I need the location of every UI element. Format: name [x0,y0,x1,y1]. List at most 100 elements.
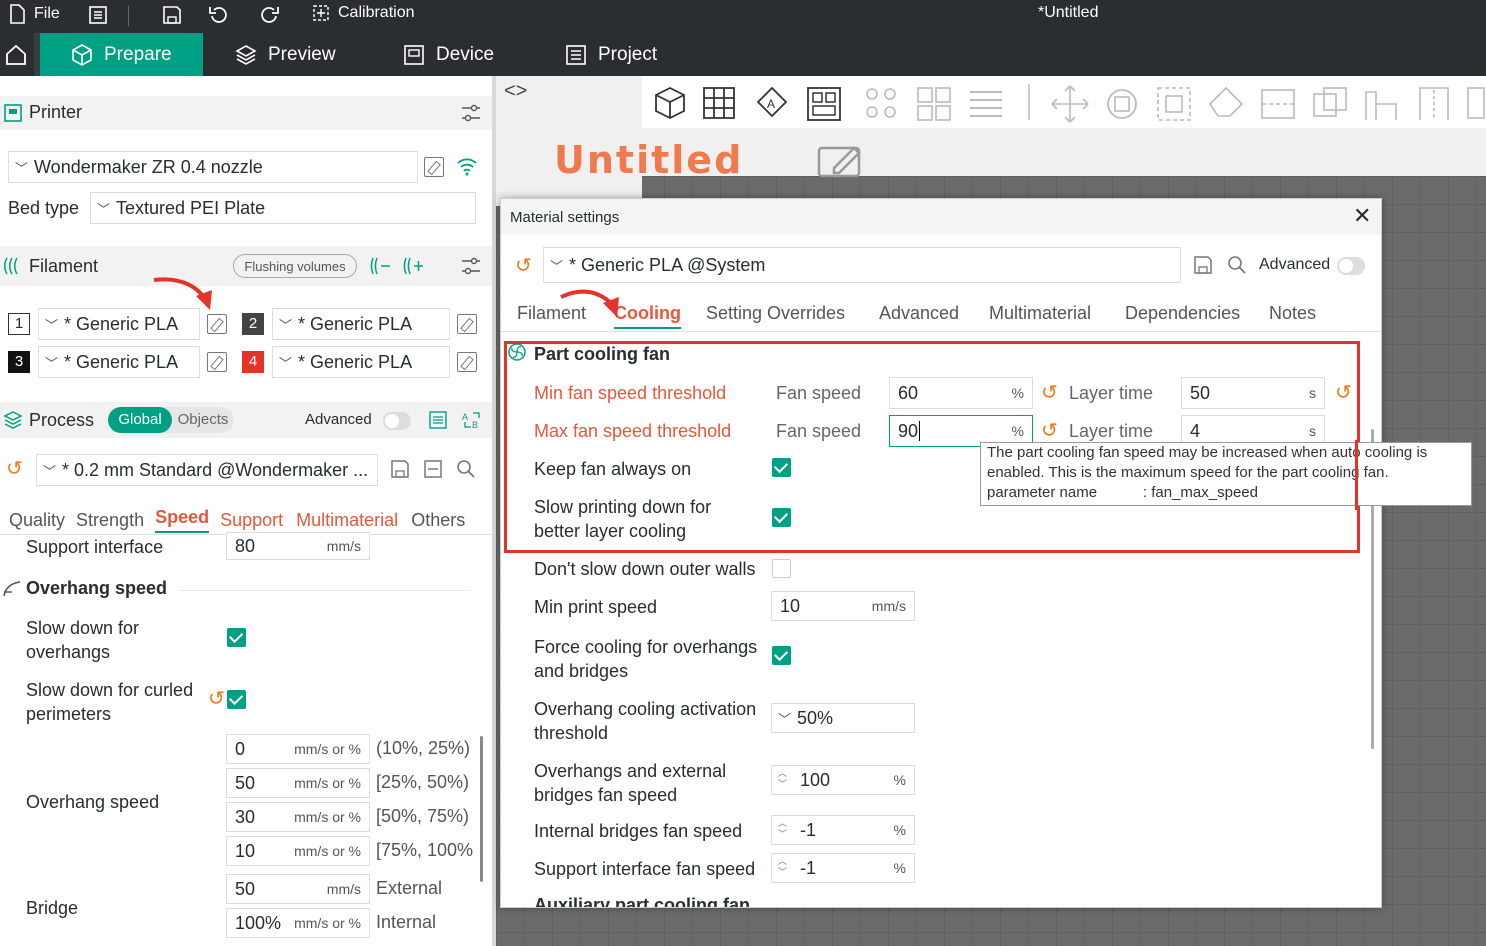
tab-quality[interactable]: Quality [9,510,65,531]
reset-icon[interactable]: ↺ [208,686,225,711]
objects-option[interactable]: Objects [174,407,232,433]
mesh-boolean-icon[interactable] [1310,84,1350,124]
bridge-internal-input[interactable]: 100% mm/s or % [226,908,370,938]
add-cube-icon[interactable] [650,84,690,124]
remove-filament-icon[interactable] [370,256,392,276]
force-cooling-checkbox[interactable] [772,646,791,665]
cut-icon[interactable] [1258,84,1298,124]
reset-icon[interactable]: ↺ [515,253,532,278]
layers-icon[interactable] [966,84,1006,124]
spin-arrows-icon[interactable]: ︿ ﹀ [778,856,787,878]
filament-slot-select[interactable]: ﹀ * Generic PLA [272,308,450,340]
rotate-icon[interactable] [1102,84,1142,124]
undo-icon[interactable] [208,4,230,26]
overhang-speed-input[interactable]: 50 mm/s or % [226,768,370,798]
flushing-volumes-button[interactable]: Flushing volumes [233,254,357,278]
auto-orient-icon[interactable]: A [752,84,792,124]
global-option[interactable]: Global [108,407,172,433]
edit-printer-icon[interactable] [424,157,444,177]
tab-strength[interactable]: Strength [76,510,144,531]
scale-icon[interactable] [1154,84,1194,124]
calibration-menu[interactable]: Calibration [312,4,414,22]
overhang-speed-input[interactable]: 0 mm/s or % [226,734,370,764]
tab-advanced[interactable]: Advanced [879,303,959,324]
support-fan-input[interactable]: ︿ ﹀ -1% [771,853,915,883]
printer-select-value: Wondermaker ZR 0.4 nozzle [34,156,263,177]
tab-prepare[interactable]: Prepare [40,33,203,76]
minus-box-icon[interactable] [423,459,443,479]
split-parts-icon[interactable] [914,84,954,124]
close-icon[interactable]: ✕ [1353,203,1371,229]
tab-others[interactable]: Others [411,510,465,531]
process-preset-select[interactable]: ﹀ * 0.2 mm Standard @Wondermaker ... [36,454,378,486]
spin-arrows-icon[interactable]: ︿ ﹀ [778,768,787,790]
list-icon[interactable] [428,410,448,430]
slow-overhangs-checkbox[interactable] [227,628,246,647]
reset-icon[interactable]: ↺ [6,456,23,481]
compare-icon[interactable]: AB [461,410,483,430]
filament-slot-number[interactable]: 1 [8,313,30,335]
collapse-sidebar-icon[interactable]: <> [504,80,527,103]
wifi-icon[interactable] [456,156,478,176]
home-icon[interactable] [4,43,28,67]
tab-setting-overrides[interactable]: Setting Overrides [706,303,845,324]
save-preset-icon[interactable] [1193,255,1213,275]
settings-sliders-icon[interactable] [460,103,482,123]
add-filament-icon[interactable] [403,256,425,276]
edit-filament-icon[interactable] [457,314,477,334]
edit-filament-icon[interactable] [457,352,477,372]
filament-slot-number[interactable]: 2 [242,313,264,335]
move-icon[interactable] [1050,84,1090,124]
edit-filament-icon[interactable] [207,352,227,372]
search-icon[interactable] [456,459,476,479]
save-preset-icon[interactable] [390,459,410,479]
tab-speed[interactable]: Speed [155,507,210,533]
filament-slot-select[interactable]: ﹀ * Generic PLA [38,346,200,378]
save-icon[interactable] [162,5,182,25]
bed-type-select[interactable]: ﹀ Textured PEI Plate [90,192,476,224]
menu-icon[interactable] [88,5,108,25]
file-menu[interactable]: File [8,4,60,24]
seam-paint-icon[interactable] [1414,84,1454,124]
dialog-advanced-toggle[interactable] [1337,257,1365,275]
dont-slow-outer-walls-checkbox[interactable] [772,559,791,578]
global-objects-switch[interactable]: Global Objects [108,407,234,433]
edit-plate-name-icon[interactable] [816,140,866,180]
filament-settings-icon[interactable] [460,256,482,276]
tab-project[interactable]: Project [550,33,671,76]
tab-device[interactable]: Device [388,33,508,76]
redo-icon[interactable] [258,4,280,26]
process-advanced-toggle[interactable] [383,412,411,430]
search-icon[interactable] [1227,255,1247,275]
filament-slot-number[interactable]: 4 [242,351,264,373]
min-print-speed-input[interactable]: 10 mm/s [771,591,915,621]
tab-dependencies[interactable]: Dependencies [1125,303,1240,324]
overhang-fan-input[interactable]: ︿ ﹀ 100% [771,765,915,795]
color-paint-icon[interactable] [1466,84,1486,124]
bridge-external-input[interactable]: 50 mm/s [226,874,370,904]
lay-on-face-icon[interactable] [1206,84,1246,124]
printer-select[interactable]: ﹀ Wondermaker ZR 0.4 nozzle [8,151,418,183]
tab-multimaterial[interactable]: Multimaterial [989,303,1091,324]
filament-slot-number[interactable]: 3 [8,351,30,373]
tab-notes[interactable]: Notes [1269,303,1316,324]
material-preset-select[interactable]: ﹀ * Generic PLA @System [543,247,1181,283]
overhang-threshold-select[interactable]: ﹀ 50% [771,703,915,733]
internal-bridges-input[interactable]: ︿ ﹀ -1% [771,815,915,845]
split-objects-icon[interactable] [862,84,902,124]
grid-icon[interactable] [700,84,740,124]
arrange-icon[interactable] [804,84,844,124]
scrollbar[interactable] [480,736,483,882]
slow-curled-checkbox[interactable] [227,690,246,709]
support-interface-input[interactable]: 80 mm/s [226,532,370,560]
overhang-speed-input[interactable]: 30 mm/s or % [226,802,370,832]
filament-slot-select[interactable]: ﹀ * Generic PLA [272,346,450,378]
tab-preview[interactable]: Preview [220,33,350,76]
edit-filament-icon[interactable] [207,314,227,334]
support-paint-icon[interactable] [1362,84,1402,124]
tab-support[interactable]: Support [220,510,283,531]
tab-multimaterial[interactable]: Multimaterial [296,510,398,531]
spin-arrows-icon[interactable]: ︿ ﹀ [778,818,787,840]
chevron-down-icon: ﹀ [778,711,792,727]
overhang-speed-input[interactable]: 10 mm/s or % [226,836,370,866]
